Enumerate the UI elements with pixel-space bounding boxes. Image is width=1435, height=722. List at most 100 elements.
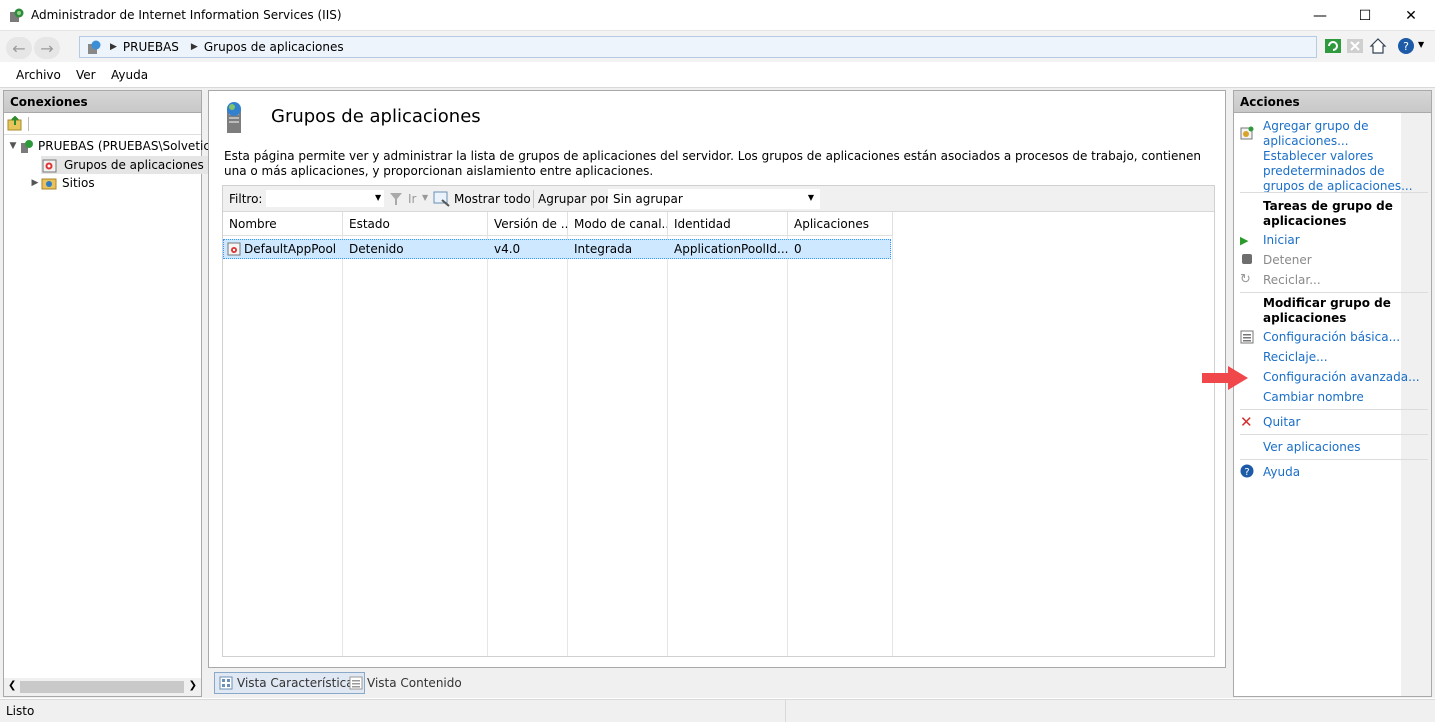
filter-dropdown-icon[interactable]: ▼ — [375, 193, 381, 202]
address-bar[interactable]: ▶ PRUEBAS ▶ Grupos de aplicaciones — [79, 36, 1317, 58]
show-all-icon — [433, 191, 450, 207]
tab-content-label: Vista Contenido — [367, 676, 462, 690]
features-view-icon — [219, 676, 233, 690]
cell-identity: ApplicationPoolId... — [674, 242, 789, 256]
title-bar: Administrador de Internet Information Se… — [0, 0, 1435, 31]
start-link[interactable]: Iniciar — [1263, 233, 1428, 248]
scroll-right-icon[interactable]: ❯ — [189, 680, 197, 691]
recycling-link[interactable]: Reciclaje... — [1263, 350, 1428, 365]
column-pipeline-mode[interactable]: Modo de canal... — [568, 212, 668, 236]
sort-ascending-icon: ⌃ — [278, 212, 286, 219]
tree-label-sites: Sitios — [62, 176, 95, 190]
app-pool-icon — [42, 159, 57, 173]
tree-item-app-pools[interactable]: Grupos de aplicaciones — [41, 156, 208, 174]
menu-ver[interactable]: Ver — [76, 68, 96, 82]
connections-toolbar — [4, 113, 201, 135]
app-pool-stopped-icon — [227, 242, 241, 256]
forward-arrow-icon: → — [40, 38, 54, 58]
add-app-pool-link[interactable]: Agregar grupo de aplicaciones... — [1263, 119, 1428, 149]
column-identity[interactable]: Identidad — [668, 212, 788, 236]
cell-version: v4.0 — [494, 242, 521, 256]
help-dropdown-icon[interactable]: ▼ — [1418, 40, 1424, 49]
close-button[interactable]: ✕ — [1388, 0, 1434, 31]
column-applications[interactable]: Aplicaciones — [788, 212, 893, 236]
iis-app-icon — [10, 8, 24, 22]
tree-item-sites[interactable]: ▶ Sitios — [29, 174, 95, 192]
connections-header: Conexiones — [4, 91, 201, 113]
scrollbar-thumb[interactable] — [20, 681, 184, 693]
refresh-icon[interactable] — [1324, 37, 1342, 55]
group-by-select[interactable]: Sin agrupar ▼ — [608, 189, 820, 209]
menu-ayuda[interactable]: Ayuda — [111, 68, 148, 82]
column-state[interactable]: Estado — [343, 212, 488, 236]
home-icon[interactable] — [1369, 37, 1387, 55]
annotation-arrow-icon — [1202, 366, 1248, 390]
page-description: Esta página permite ver y administrar la… — [224, 149, 1201, 178]
set-defaults-link[interactable]: Establecer valores predeterminados de gr… — [1263, 149, 1428, 194]
group-by-value: Sin agrupar — [613, 192, 683, 206]
expand-icon[interactable]: ▶ — [29, 178, 41, 188]
show-all-button[interactable]: Mostrar todo — [454, 192, 531, 206]
scroll-left-icon[interactable]: ❮ — [8, 680, 16, 691]
cell-state: Detenido — [349, 242, 404, 256]
cell-mode: Integrada — [574, 242, 633, 256]
filter-bar: Filtro: ▼ Ir ▼ Mostrar todo Agrupar por:… — [223, 186, 1214, 212]
breadcrumb-pools[interactable]: Grupos de aplicaciones — [204, 40, 344, 54]
go-dropdown-icon[interactable]: ▼ — [422, 193, 428, 202]
forward-button[interactable]: → — [34, 37, 60, 59]
tab-features-view[interactable]: Vista Características — [214, 672, 365, 694]
actions-header: Acciones — [1234, 91, 1431, 113]
tab-features-label: Vista Características — [237, 676, 360, 690]
rename-link[interactable]: Cambiar nombre — [1263, 390, 1428, 405]
server-globe-icon — [21, 140, 33, 153]
collapse-icon[interactable]: ▼ — [7, 141, 19, 151]
app-pools-page-icon — [227, 102, 241, 133]
back-arrow-icon: ← — [12, 38, 26, 58]
menu-archivo[interactable]: Archivo — [16, 68, 61, 82]
tasks-heading: Tareas de grupo de aplicaciones — [1263, 199, 1393, 228]
maximize-button[interactable]: ☐ — [1342, 0, 1388, 31]
filter-input[interactable] — [265, 189, 385, 208]
go-button[interactable]: Ir — [408, 192, 416, 206]
menu-bar: Archivo Ver Ayuda — [0, 62, 1435, 88]
recycle-link[interactable]: Reciclar... — [1263, 273, 1428, 288]
basic-settings-icon — [1240, 330, 1254, 344]
minimize-button[interactable]: — — [1297, 0, 1343, 31]
status-bar: Listo — [0, 699, 1435, 722]
window-title: Administrador de Internet Information Se… — [31, 8, 342, 22]
stop-link[interactable]: Detener — [1263, 253, 1428, 268]
breadcrumb-server[interactable]: PRUEBAS — [123, 40, 179, 54]
table-row[interactable]: DefaultAppPool Detenido v4.0 Integrada A… — [223, 239, 891, 259]
advanced-settings-link[interactable]: Configuración avanzada... — [1263, 370, 1428, 385]
create-connection-icon[interactable] — [7, 116, 23, 131]
back-button[interactable]: ← — [6, 37, 32, 59]
stop-icon[interactable] — [1346, 37, 1364, 55]
tree-item-server[interactable]: ▼ PRUEBAS (PRUEBAS\Solvetic) — [7, 137, 215, 155]
main-content-panel: Grupos de aplicaciones Esta página permi… — [208, 90, 1226, 668]
group-by-dropdown-icon[interactable]: ▼ — [808, 193, 814, 202]
add-app-pool-icon — [1240, 126, 1254, 140]
start-icon: ▶ — [1240, 234, 1249, 247]
svg-text:?: ? — [1403, 40, 1409, 53]
help-icon[interactable]: ? — [1397, 37, 1415, 55]
remove-link[interactable]: Quitar — [1263, 415, 1428, 430]
remove-icon: ✕ — [1240, 413, 1253, 431]
connections-horizontal-scrollbar[interactable]: ❮ ❯ — [4, 678, 201, 696]
actions-panel: Acciones Agregar grupo de aplicaciones..… — [1233, 90, 1432, 697]
tree-label-app-pools: Grupos de aplicaciones — [64, 158, 204, 172]
connections-panel: Conexiones ▼ PRUEBAS (PRUEBAS\Solvetic) … — [3, 90, 215, 697]
edit-heading: Modificar grupo de aplicaciones — [1263, 296, 1391, 325]
help-link[interactable]: Ayuda — [1263, 465, 1428, 480]
status-text: Listo — [6, 704, 35, 718]
basic-settings-link[interactable]: Configuración básica... — [1263, 330, 1428, 345]
recycle-icon: ↻ — [1240, 272, 1251, 287]
column-name[interactable]: Nombre ⌃ — [223, 212, 343, 236]
group-by-label: Agrupar por: — [538, 192, 614, 206]
filter-label: Filtro: — [229, 192, 263, 206]
breadcrumb-separator-icon: ▶ — [110, 42, 117, 52]
server-icon — [88, 40, 101, 54]
view-applications-link[interactable]: Ver aplicaciones — [1263, 440, 1428, 455]
navigation-bar: ← → ▶ PRUEBAS ▶ Grupos de aplicaciones ?… — [0, 31, 1435, 62]
column-version[interactable]: Versión de ... — [488, 212, 568, 236]
tab-content-view[interactable]: Vista Contenido — [345, 672, 466, 694]
